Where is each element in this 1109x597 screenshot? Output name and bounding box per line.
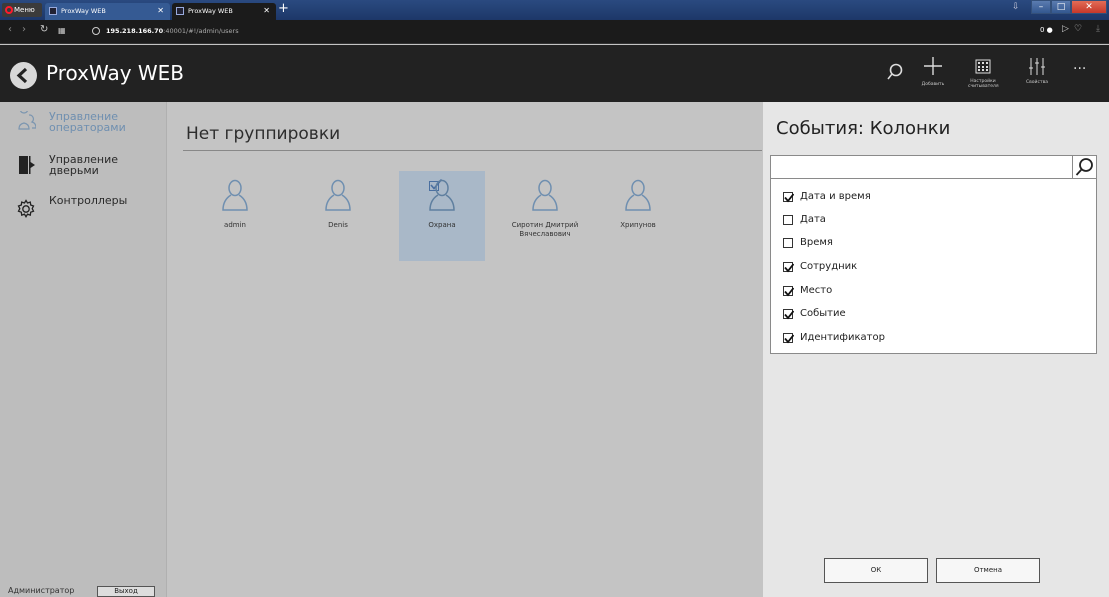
close-tab-icon[interactable]: ✕ — [263, 3, 270, 19]
column-label: Событие — [800, 308, 846, 319]
columns-list: Дата и время Дата Время Сотрудник Место … — [770, 179, 1097, 354]
user-icon — [325, 179, 351, 211]
checkbox-unchecked[interactable] — [783, 238, 793, 248]
gear-icon — [17, 199, 35, 218]
close-tab-icon[interactable]: ✕ — [157, 3, 164, 19]
checkbox-checked[interactable] — [783, 309, 795, 320]
heart-icon[interactable]: ♡ — [1074, 24, 1082, 34]
keypad-icon — [975, 59, 991, 74]
more-menu-button[interactable]: ··· — [1073, 61, 1086, 77]
forward-icon[interactable]: › — [22, 24, 26, 35]
tab-menu-icon[interactable]: ⇩ — [1012, 2, 1020, 12]
maximize-icon[interactable]: □ — [1051, 0, 1071, 14]
user-tile[interactable]: Denis — [295, 171, 381, 261]
properties-label: Свойства — [1026, 80, 1048, 85]
url-host: 195.218.166.70 — [106, 27, 164, 35]
user-tile[interactable]: admin — [192, 171, 278, 261]
sidebar-item-label: Управление операторами — [49, 110, 126, 134]
flow-icon[interactable]: ▷ — [1062, 24, 1069, 34]
browser-menu-label: Меню — [14, 6, 35, 14]
sidebar-footer: Администратор Выход — [0, 584, 167, 597]
group-title: Нет группировки — [186, 124, 341, 144]
browser-tab[interactable]: ProxWay WEB ✕ — [45, 3, 170, 20]
users-area: Нет группировки admin Denis Охрана Сирот… — [168, 102, 762, 597]
user-icon — [532, 179, 558, 211]
browser-tab-active[interactable]: ProxWay WEB ✕ — [172, 3, 276, 20]
user-name: Охрана — [428, 221, 456, 229]
user-tile[interactable]: Хрипунов — [595, 171, 681, 261]
checkbox-checked[interactable] — [783, 192, 795, 203]
checkbox-checked[interactable] — [783, 333, 795, 344]
browser-menu-button[interactable]: Меню — [2, 3, 42, 17]
globe-icon — [92, 27, 100, 35]
url-path: :40001/#!/admin/users — [163, 27, 239, 35]
user-tile[interactable]: Сиротин Дмитрий Вячеславович — [502, 171, 588, 261]
search-button[interactable] — [884, 63, 906, 85]
reader-settings-button[interactable]: Настройки считывателя — [968, 59, 999, 89]
columns-panel: События: Колонки Дата и время Дата Время… — [763, 102, 1109, 597]
user-icon — [625, 179, 651, 211]
sidebar-item-operators[interactable]: Управление операторами — [0, 105, 167, 145]
logout-button[interactable]: Выход — [97, 586, 155, 597]
app-title: ProxWay WEB — [46, 61, 185, 85]
columns-search-button[interactable] — [1072, 156, 1096, 178]
search-icon — [887, 63, 903, 80]
browser-tab-bar: Меню ProxWay WEB ✕ ProxWay WEB ✕ + ⇩ – □… — [0, 0, 1109, 20]
search-icon — [1075, 158, 1093, 176]
back-icon[interactable]: ‹ — [8, 24, 12, 35]
panel-title: События: Колонки — [776, 118, 951, 139]
door-icon — [19, 156, 35, 174]
cancel-button[interactable]: Отмена — [936, 558, 1040, 583]
browser-tab-title: ProxWay WEB — [188, 7, 233, 15]
column-label: Время — [800, 237, 833, 248]
user-name: admin — [224, 221, 246, 229]
back-circle-icon[interactable] — [10, 62, 37, 89]
window-close-icon[interactable]: ✕ — [1071, 0, 1107, 14]
browser-tab-title: ProxWay WEB — [61, 7, 106, 15]
user-name: Хрипунов — [620, 221, 656, 229]
column-label: Сотрудник — [800, 261, 858, 272]
user-icon — [222, 179, 248, 211]
column-label: Дата и время — [800, 191, 871, 202]
group-divider — [183, 150, 762, 151]
operators-icon — [18, 111, 36, 130]
sliders-icon — [1029, 58, 1045, 75]
properties-button[interactable]: Свойства — [1024, 58, 1050, 85]
column-label: Дата — [800, 214, 826, 225]
current-user-role: Администратор — [8, 586, 75, 595]
browser-address-bar: ‹ › ↻ ▦ 195.218.166.70:40001/#!/admin/us… — [0, 20, 1109, 44]
checkbox-checked[interactable] — [783, 286, 795, 297]
reload-icon[interactable]: ↻ — [40, 24, 48, 35]
add-button-label: Добавить — [921, 82, 945, 87]
add-button[interactable]: Добавить — [920, 55, 946, 87]
minimize-icon[interactable]: – — [1031, 0, 1051, 14]
sidebar: Управление операторами Управление дверьм… — [0, 102, 167, 597]
plus-icon — [924, 57, 942, 75]
speed-dial-icon[interactable]: ▦ — [58, 26, 66, 35]
vpn-badge-icon[interactable]: 0 ● — [1040, 26, 1053, 34]
user-icon — [429, 179, 455, 211]
favicon-icon — [176, 7, 184, 15]
sidebar-item-doors[interactable]: Управление дверьми — [0, 148, 167, 188]
sidebar-item-label: Управление дверьми — [49, 153, 119, 177]
sidebar-item-label: Контроллеры — [49, 194, 128, 207]
ok-button[interactable]: ОК — [824, 558, 928, 583]
checkbox-checked[interactable] — [783, 262, 795, 273]
column-label: Место — [800, 285, 833, 296]
sidebar-item-controllers[interactable]: Контроллеры — [0, 192, 167, 232]
user-name: Сиротин Дмитрий Вячеславович — [511, 221, 579, 238]
opera-logo-icon — [5, 6, 13, 14]
reader-settings-label: Настройки считывателя — [968, 79, 999, 89]
favicon-icon — [49, 7, 57, 15]
user-tile-selected[interactable]: Охрана — [399, 171, 485, 261]
checkbox-unchecked[interactable] — [783, 215, 793, 225]
download-icon[interactable]: ⤓ — [1096, 24, 1100, 34]
user-name: Denis — [328, 221, 348, 229]
app-header: ProxWay WEB Добавить Настройки считывате… — [0, 45, 1109, 102]
columns-search — [770, 155, 1097, 179]
url-field[interactable]: 195.218.166.70:40001/#!/admin/users — [90, 24, 239, 38]
new-tab-button[interactable]: + — [278, 1, 289, 16]
column-label: Идентификатор — [800, 332, 885, 343]
columns-search-input[interactable] — [773, 158, 1068, 176]
